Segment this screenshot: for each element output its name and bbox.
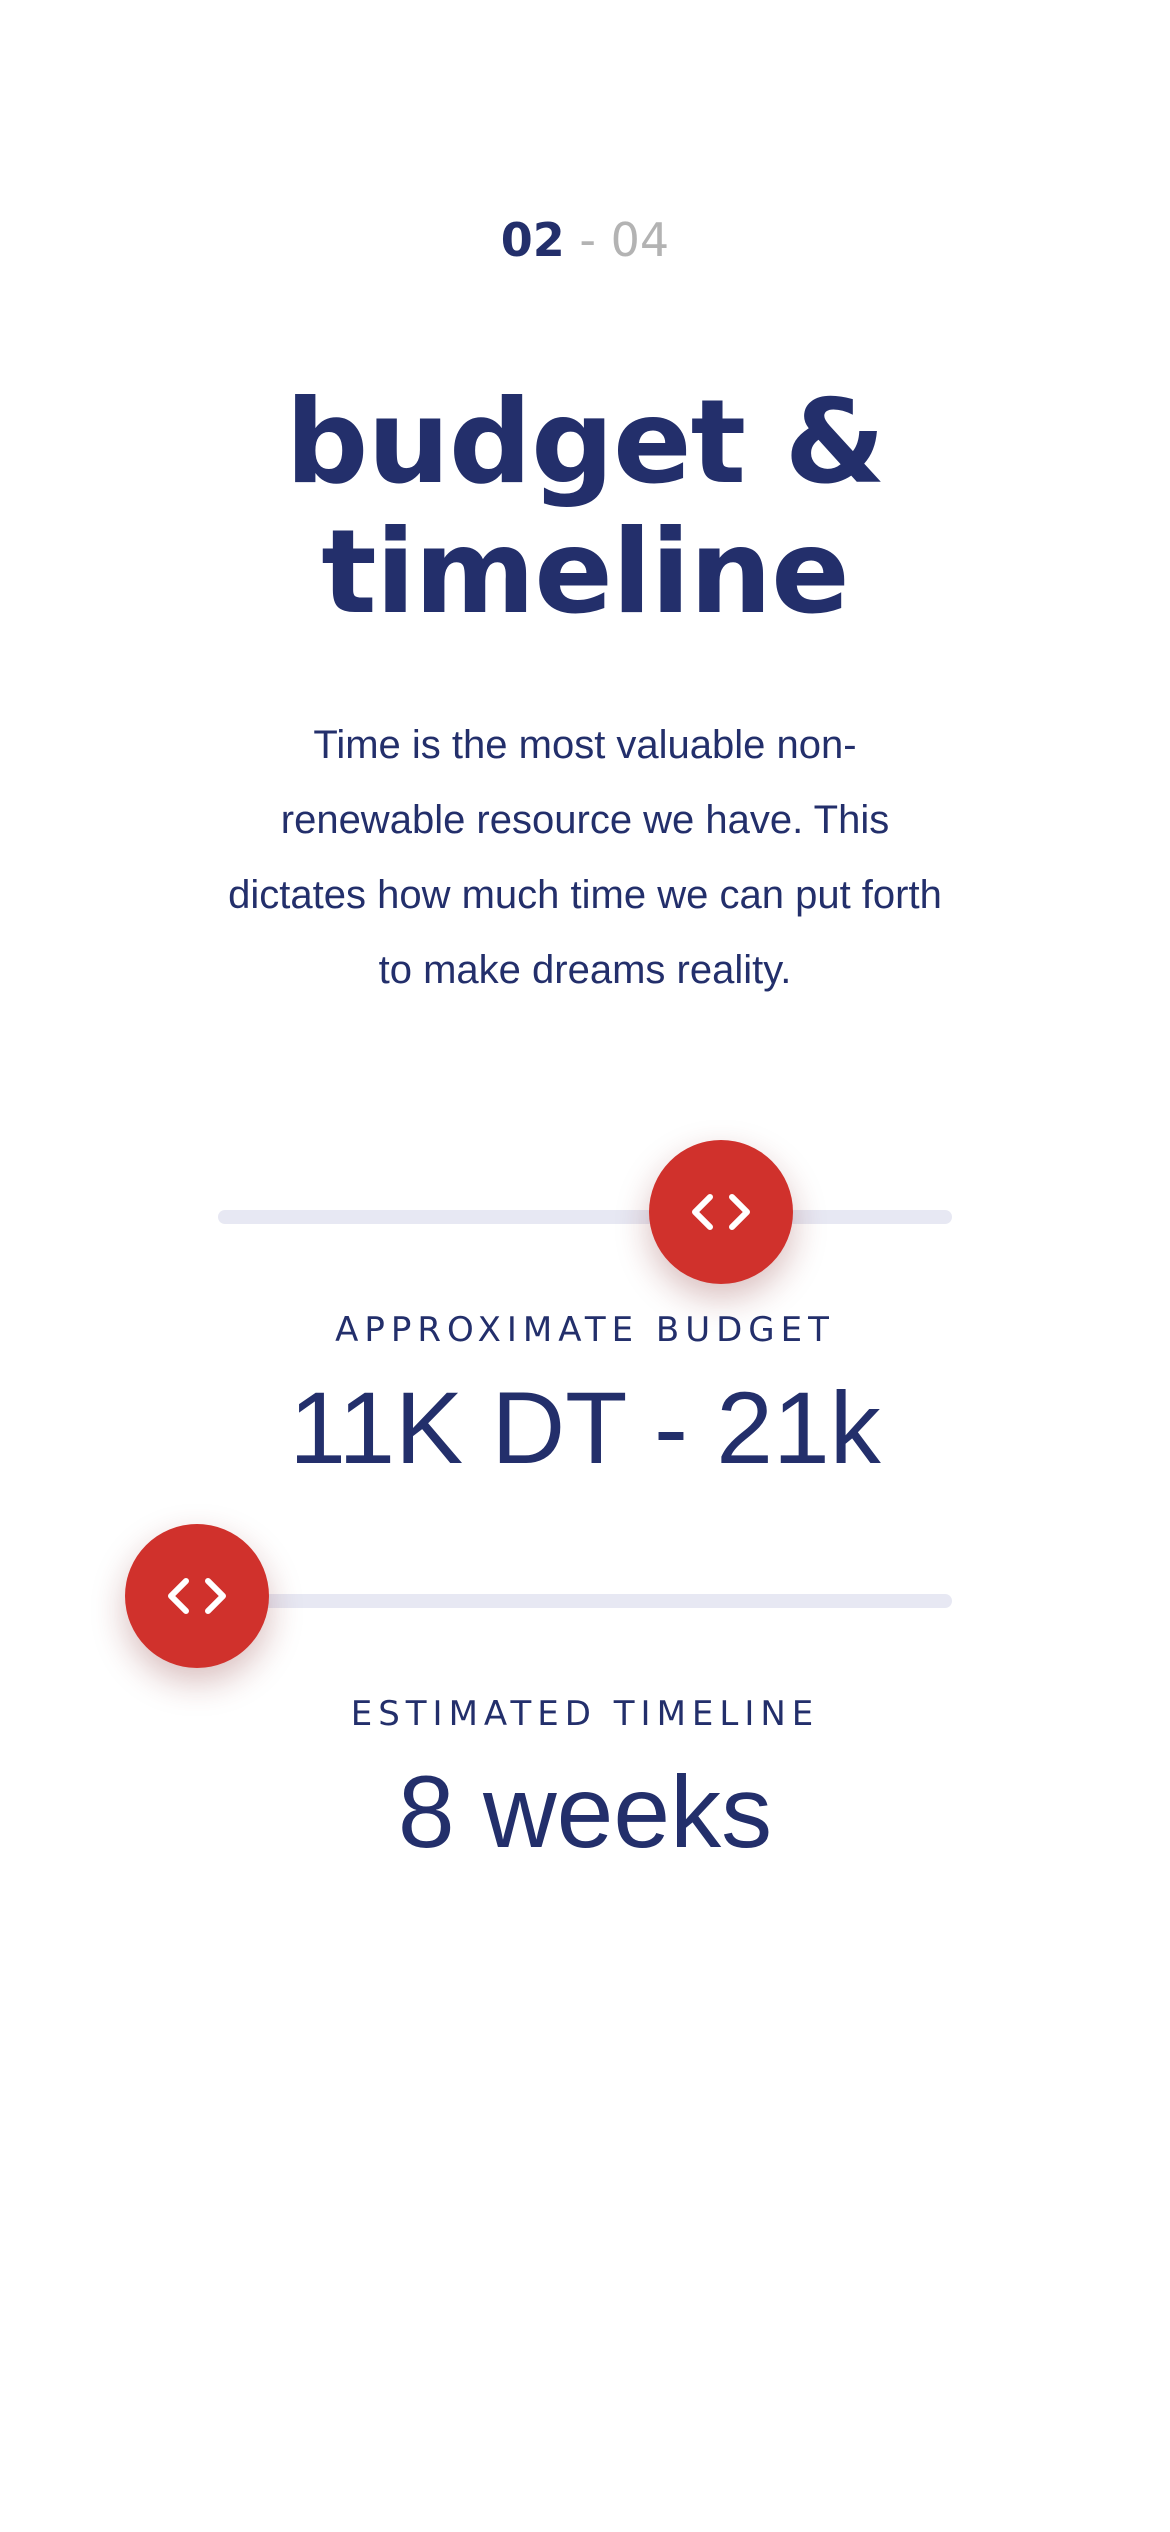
timeline-slider-handle[interactable] [125, 1524, 269, 1668]
budget-slider-track[interactable] [218, 1210, 952, 1224]
timeline-value: 8 weeks [397, 1755, 773, 1869]
page-title-line-1: budget & [285, 375, 885, 510]
chevron-left-right-icon [692, 1194, 750, 1230]
timeline-slider-track[interactable] [218, 1594, 952, 1608]
page-description: Time is the most valuable non-renewable … [228, 723, 942, 992]
step-separator: - [579, 213, 597, 267]
step-indicator: 02 - 04 [0, 212, 1170, 268]
step-total: 04 [610, 213, 670, 267]
budget-value: 11K DT - 21k [289, 1371, 881, 1485]
page-title: budget & timeline [0, 378, 1170, 638]
page-title-line-2: timeline [321, 505, 850, 640]
step-current: 02 [500, 213, 565, 267]
budget-label: APPROXIMATE BUDGET [335, 1310, 835, 1350]
timeline-label: ESTIMATED TIMELINE [350, 1694, 820, 1734]
chevron-left-right-icon [168, 1578, 226, 1614]
budget-slider-handle[interactable] [649, 1140, 793, 1284]
